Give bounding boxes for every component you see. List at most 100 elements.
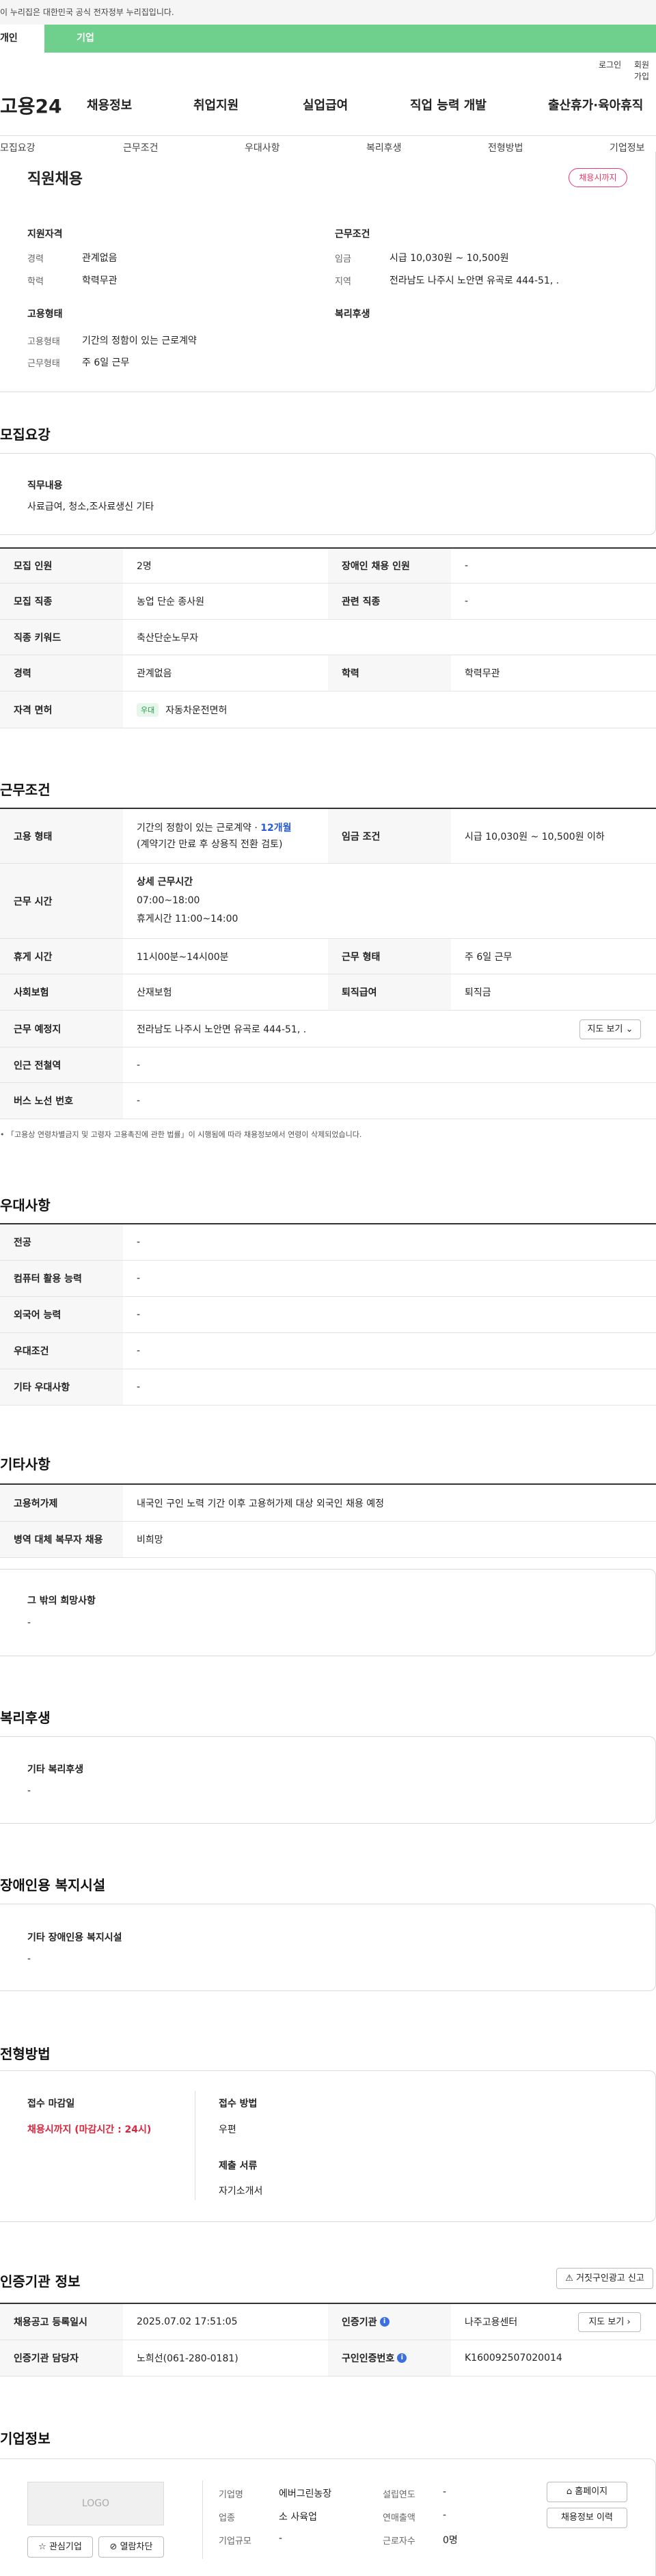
docs-title: 제출 서류 <box>219 2161 258 2171</box>
report-fake-ad-button[interactable]: ⚠ 거짓구인광고 신고 <box>556 2268 653 2289</box>
deadline-badge: 채용시까지 <box>569 168 627 187</box>
homepage-button[interactable]: ⌂ 홈페이지 <box>547 2482 627 2502</box>
work-type-value: 주 6일 근무 <box>82 357 130 368</box>
gnb-item-support[interactable]: 취업지원 <box>193 96 238 113</box>
cell-label: 외국어 능력 <box>0 1297 123 1332</box>
table-row: 휴게 시간 11시00분~14시00분 근무 형태 주 6일 근무 <box>0 939 656 974</box>
section-company-title: 기업정보 <box>0 2430 51 2447</box>
cell-label: 자격 면허 <box>0 691 123 728</box>
section-recruit-title: 모집요강 <box>0 426 51 443</box>
gov-banner: 이 누리집은 대한민국 공식 전자정부 누리집입니다. <box>0 0 656 25</box>
gnb-item-training[interactable]: 직업 능력 개발 <box>410 96 487 113</box>
emp-conversion-note: (계약기간 만료 후 상용직 전환 검토) <box>137 839 283 850</box>
founded-label: 설립연도 <box>383 2490 415 2500</box>
cell-label: 병역 대체 복무자 채용 <box>0 1522 123 1557</box>
cell-value: 2025.07.02 17:51:05 <box>137 2316 238 2327</box>
cell-label: 학력 <box>328 655 451 691</box>
cond-heading: 근무조건 <box>335 229 370 240</box>
favorite-label: 관심기업 <box>49 2542 82 2552</box>
table-row: 채용공고 등록일시 2025.07.02 17:51:05 인증기관 i 나주고용… <box>0 2304 656 2340</box>
area-value: 전라남도 나주시 노안면 유곡로 444-51, . <box>390 275 560 286</box>
preferred-tag: 우대 <box>137 702 159 717</box>
cell-value: 우대 자동차운전면허 <box>123 691 656 728</box>
info-icon[interactable]: i <box>397 2353 407 2363</box>
cell-value: - <box>137 1059 141 1071</box>
cell-value: 관계없음 <box>137 668 172 679</box>
cell-label: 근무 형태 <box>328 939 451 974</box>
table-row: 기타 우대사항 - <box>0 1369 656 1406</box>
homepage-label: 홈페이지 <box>575 2486 608 2497</box>
career-label: 경력 <box>27 254 44 264</box>
cell-value: 산재보험 <box>137 987 172 998</box>
cell-label: 고용 형태 <box>0 809 123 863</box>
block-label: 열람차단 <box>120 2542 153 2552</box>
company-size-label: 기업규모 <box>219 2536 251 2547</box>
gnb-item-benefit[interactable]: 실업급여 <box>303 96 348 113</box>
company-divider <box>202 2480 203 2559</box>
cell-value: - <box>137 1095 141 1106</box>
user-type-tabs: 개인 기업 <box>0 25 656 53</box>
area-label: 지역 <box>335 277 351 287</box>
cell-label: 경력 <box>0 655 123 691</box>
cell-label: 전공 <box>0 1224 123 1260</box>
table-row: 전공 - <box>0 1224 656 1261</box>
cell-label: 직종 키워드 <box>0 620 123 655</box>
table-row: 컴퓨터 활용 능력 - <box>0 1261 656 1297</box>
cell-value: 퇴직금 <box>465 987 491 998</box>
table-row: 우대조건 - <box>0 1333 656 1369</box>
cell-value: - <box>465 596 469 607</box>
duty-title: 직무내용 <box>27 480 63 491</box>
cell-label: 퇴직급여 <box>328 974 451 1010</box>
agency-map-button[interactable]: 지도 보기 › <box>578 2312 641 2332</box>
cell-value: - <box>137 1273 141 1284</box>
cell-label: 인증기관 i <box>328 2304 451 2340</box>
method-title: 접수 방법 <box>219 2098 258 2109</box>
cell-value: 기간의 정함이 있는 근로계약 · 12개월 (계약기간 만료 후 상용직 전환… <box>123 809 328 863</box>
cell-value: K160092507020014 <box>465 2353 562 2363</box>
disabled-value: - <box>27 1954 31 1964</box>
cell-value: 학력무관 <box>465 668 500 679</box>
section-work-title: 근무조건 <box>0 782 51 798</box>
cell-value: 주 6일 근무 <box>465 951 512 963</box>
job-title: 직원채용 <box>27 171 83 188</box>
cell-value: 내국인 구인 노력 기간 이후 고용허가제 대상 외국인 채용 예정 <box>137 1498 385 1509</box>
join-link[interactable]: 회원가입 <box>634 59 656 82</box>
chevron-right-icon: › <box>627 2317 631 2327</box>
chevron-down-icon: ⌄ <box>625 1024 633 1034</box>
cell-label: 채용공고 등록일시 <box>0 2304 123 2340</box>
site-logo[interactable]: 고용24 <box>0 92 62 119</box>
duty-value: 사료급여, 청소,조사료생신 기타 <box>27 502 154 512</box>
qual-heading: 지원자격 <box>27 229 63 240</box>
cell-label: 모집 직종 <box>0 584 123 619</box>
gnb-item-jobs[interactable]: 채용정보 <box>87 96 132 113</box>
section-welfare-title: 복리후생 <box>0 1710 51 1726</box>
wage-value: 시급 10,030원 ~ 10,500원 <box>390 253 509 264</box>
deadline-title: 접수 마감일 <box>27 2098 75 2109</box>
sales-value: - <box>443 2510 447 2521</box>
block-view-button[interactable]: ⊘ 열람차단 <box>98 2536 164 2558</box>
cell-value: 전라남도 나주시 노안면 유곡로 444-51, . <box>137 1024 307 1035</box>
age-law-note: • 「고용상 연령차별금지 및 고령자 고용촉진에 관한 법률」이 시행됨에 따… <box>0 1130 362 1139</box>
tab-individual[interactable]: 개인 <box>0 25 44 53</box>
tab-corp[interactable]: 기업 <box>44 25 126 53</box>
info-icon[interactable]: i <box>379 2317 390 2327</box>
cell-label: 고용허가제 <box>0 1485 123 1521</box>
map-view-button[interactable]: 지도 보기 ⌄ <box>579 1019 641 1039</box>
favorite-company-button[interactable]: ☆ 관심기업 <box>27 2536 93 2558</box>
disabled-card <box>0 1904 656 1991</box>
time-hours: 07:00~18:00 <box>137 895 200 906</box>
section-selection-title: 전형방법 <box>0 2046 51 2062</box>
block-icon: ⊘ <box>109 2542 118 2552</box>
staff-label: 근로자수 <box>383 2536 415 2547</box>
cell-value: - <box>465 560 469 571</box>
cell-label: 관련 직종 <box>328 584 451 619</box>
emp-type-value: 기간의 정함이 있는 근로계약 <box>82 335 197 346</box>
cell-value: - <box>137 1382 141 1393</box>
cell-value: 노희선(061-280-0181) <box>137 2353 238 2364</box>
other-wish-value: - <box>27 1617 31 1628</box>
gnb-item-leave[interactable]: 출산휴가·육아휴직 <box>548 96 643 113</box>
job-history-button[interactable]: 채용정보 이력 <box>547 2508 627 2528</box>
time-break: 휴게시간 11:00~14:00 <box>137 914 238 924</box>
cell-label: 구인인증번호 i <box>328 2340 451 2376</box>
login-link[interactable]: 로그인 <box>599 59 621 70</box>
